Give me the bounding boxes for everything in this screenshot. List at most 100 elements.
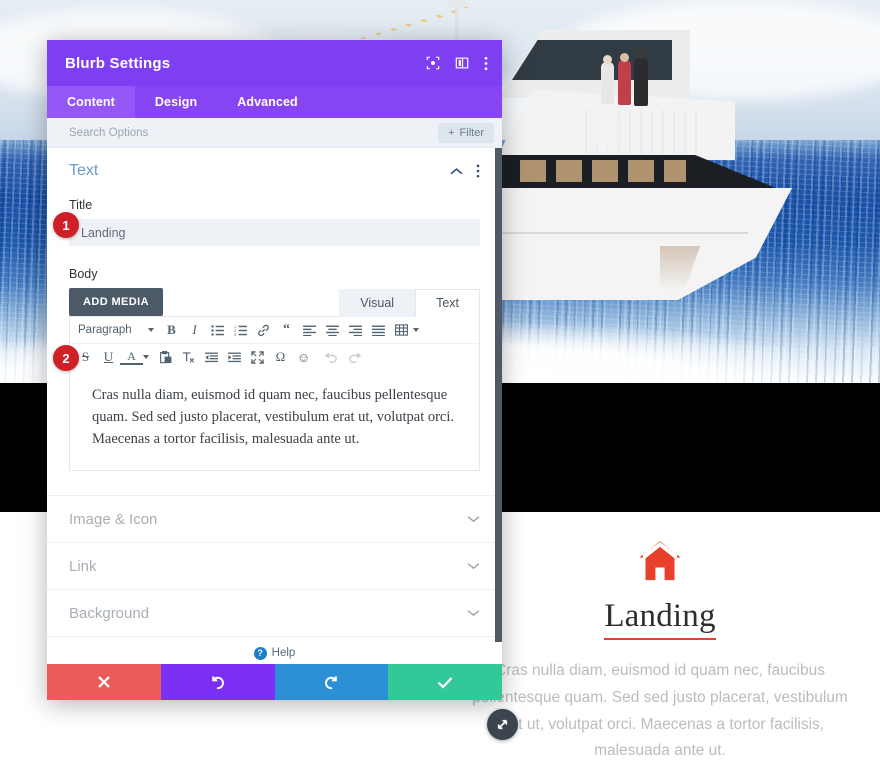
table-icon[interactable] [390,320,413,340]
annotation-badge-1: 1 [53,212,79,238]
help-icon: ? [253,646,267,660]
align-left-icon[interactable] [298,320,321,340]
blurb-preview: Landing Cras nulla diam, euismod id quam… [464,540,856,765]
blurb-settings-modal[interactable]: Blurb Settings Content Design Advanced S… [47,40,502,700]
text-section-heading: Text [69,162,99,179]
check-icon [437,676,453,689]
save-button[interactable] [388,664,502,700]
editor-toolbar-row-1: Paragraph B I 1 2 3 “ [70,317,479,344]
bulleted-list-icon[interactable] [206,320,229,340]
accordion-image-icon[interactable]: Image & Icon [47,495,502,542]
layout-icon[interactable] [455,56,469,70]
accordion-link[interactable]: Link [47,542,502,589]
title-input[interactable] [69,219,480,246]
modal-header-actions [426,56,488,71]
chevron-down-icon[interactable] [143,355,149,359]
filter-button-label: Filter [459,126,484,139]
paragraph-format-label: Paragraph [78,324,132,336]
accordion-admin-label[interactable]: Admin Label [47,636,502,642]
accordion-background[interactable]: Background [47,589,502,636]
emoji-icon[interactable]: ☺ [292,347,315,367]
passenger [601,62,614,104]
chevron-down-icon [147,328,154,332]
wysiwyg-editor: Paragraph B I 1 2 3 “ S U A Ω ☺ Cras nul… [69,316,480,472]
cabin-window [664,160,686,182]
underline-icon[interactable]: U [97,347,120,367]
chevron-down-icon[interactable] [413,328,419,332]
passenger [634,58,648,106]
modal-title: Blurb Settings [65,54,171,72]
resize-handle[interactable] [487,709,518,740]
text-section: Text Title Body ADD MEDIA Visua [47,148,502,472]
filter-button[interactable]: + Filter [438,122,494,143]
special-character-icon[interactable]: Ω [269,347,292,367]
title-field-label: Title [69,198,93,212]
blurb-title: Landing [604,596,716,641]
tab-content[interactable]: Content [47,86,135,118]
cancel-button[interactable] [47,664,161,700]
cabin-window [556,160,582,182]
close-icon [98,676,110,688]
align-justify-icon[interactable] [367,320,390,340]
passenger [618,60,631,105]
numbered-list-icon[interactable]: 1 2 3 [229,320,252,340]
help-bar[interactable]: ? Help [47,642,502,664]
tab-design[interactable]: Design [135,86,217,118]
tab-visual[interactable]: Visual [339,289,416,317]
paste-as-text-icon[interactable] [154,347,177,367]
fullscreen-icon[interactable] [246,347,269,367]
clear-formatting-icon[interactable] [177,347,200,367]
editor-content[interactable]: Cras nulla diam, euismod id quam nec, fa… [70,370,479,470]
link-icon[interactable] [252,320,275,340]
tab-advanced[interactable]: Advanced [217,86,318,118]
editor-mode-tabs: Visual Text [339,288,480,317]
chevron-up-icon[interactable] [450,167,463,176]
indent-icon[interactable] [223,347,246,367]
undo-icon[interactable] [320,347,343,367]
redo-icon [325,675,338,689]
fender [606,110,619,150]
search-options-bar: Search Options + Filter [47,118,502,148]
modal-footer [47,664,502,700]
passenger-head [620,53,629,62]
add-media-button[interactable]: ADD MEDIA [69,288,163,316]
boat-railing [585,110,705,154]
section-more-icon[interactable] [476,164,480,178]
chevron-down-icon [467,515,480,523]
italic-icon[interactable]: I [183,320,206,340]
bridge-window [512,40,672,80]
tab-text[interactable]: Text [415,289,480,317]
focus-icon[interactable] [426,56,440,70]
passenger-head [636,50,645,59]
mast-top [448,0,466,7]
body-field-label: Body [69,267,98,281]
more-vertical-icon[interactable] [484,56,488,71]
svg-text:3: 3 [234,333,236,336]
text-section-header: Text [69,162,480,180]
redo-icon[interactable] [343,347,366,367]
blockquote-icon[interactable]: “ [275,320,298,340]
bold-icon[interactable]: B [160,320,183,340]
undo-button[interactable] [160,664,275,700]
redo-button[interactable] [274,664,389,700]
chevron-down-icon [467,609,480,617]
editor-toolbar-row-2: S U A Ω ☺ [70,344,479,370]
annotation-badge-2: 2 [53,345,79,371]
cabin-window [628,160,654,182]
text-color-icon[interactable]: A [120,349,143,365]
align-right-icon[interactable] [344,320,367,340]
help-label: Help [271,647,296,659]
modal-scrollbar-thumb[interactable] [495,148,502,642]
align-center-icon[interactable] [321,320,344,340]
outdent-icon[interactable] [200,347,223,367]
search-input[interactable]: Search Options [69,127,438,139]
cabin-window [592,160,618,182]
fender [588,108,601,148]
modal-scrollbar[interactable] [495,148,502,642]
modal-tabs: Content Design Advanced [47,86,502,118]
paragraph-format-select[interactable]: Paragraph [74,324,160,336]
accordion-sections: Image & Icon Link Background Admin Label [47,495,502,642]
cabin-window [520,160,546,182]
accordion-label: Link [69,557,97,575]
chevron-down-icon [467,562,480,570]
